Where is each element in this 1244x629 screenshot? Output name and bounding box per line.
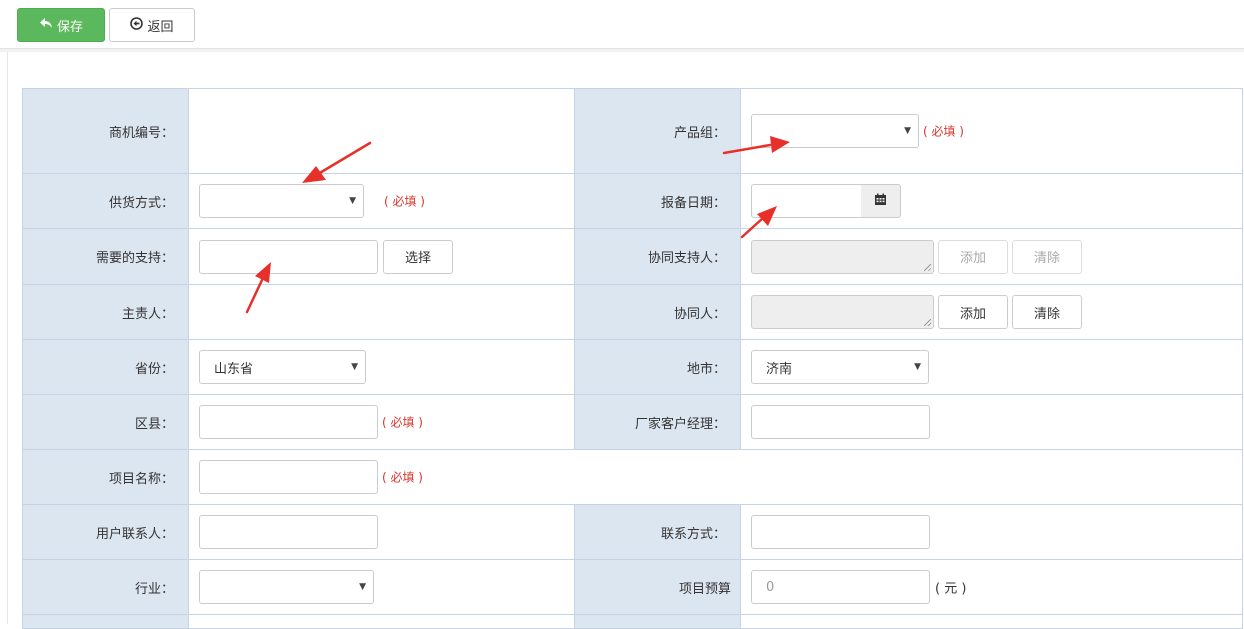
province-label: 省份： <box>22 339 189 395</box>
caret-down-icon: ▼ <box>349 196 356 206</box>
circle-arrow-left-icon <box>130 16 144 34</box>
collaborator-add-button[interactable]: 添加 <box>938 295 1008 329</box>
caret-down-icon: ▼ <box>359 582 366 592</box>
cut-off-label-cell <box>574 614 741 629</box>
city-value: 济南 <box>766 361 793 377</box>
vendor-manager-input[interactable] <box>751 405 930 439</box>
co-supporter-add-button: 添加 <box>938 239 1008 274</box>
caret-down-icon: ▼ <box>351 362 358 372</box>
city-label: 地市： <box>574 339 741 395</box>
toolbar-divider <box>0 49 1244 52</box>
district-label: 区县： <box>22 394 189 450</box>
form-row: 供货方式： ▼ ( 必填 ) 报备日期： <box>22 173 1243 229</box>
budget-label: 项目预算 <box>574 559 741 615</box>
form-row: 商机编号： 产品组： ▼ ( 必填 ) <box>22 88 1243 174</box>
calendar-button[interactable] <box>861 184 901 218</box>
province-value: 山东省 <box>214 361 254 377</box>
district-input[interactable] <box>199 405 378 439</box>
calendar-icon <box>874 193 887 210</box>
form-row: 需要的支持： 选择 协同支持人： 添加 清除 <box>22 228 1243 285</box>
city-select[interactable]: 济南 ▼ <box>751 350 929 384</box>
co-supporter-textarea <box>751 239 934 274</box>
product-group-label: 产品组： <box>574 88 741 174</box>
form-row: 行业： ▼ 项目预算 0 ( 元 ) <box>22 559 1243 615</box>
back-label: 返回 <box>147 19 174 35</box>
report-date-input[interactable] <box>751 184 862 218</box>
collaborator-textarea <box>751 295 934 329</box>
collaborator-label: 协同人： <box>574 284 741 340</box>
support-needed-label: 需要的支持： <box>22 228 189 285</box>
owner-label: 主责人： <box>22 284 189 340</box>
toolbar: 保存 返回 <box>0 0 1244 49</box>
contact-info-label: 联系方式： <box>574 504 741 560</box>
supply-mode-select[interactable]: ▼ <box>199 184 364 218</box>
cut-off-label-cell <box>22 614 189 629</box>
project-name-input[interactable] <box>199 460 378 494</box>
resize-grip <box>924 319 931 326</box>
select-support-button[interactable]: 选择 <box>383 239 453 274</box>
form-row: 区县： ( 必填 ) 厂家客户经理： <box>22 394 1243 450</box>
form-row: 省份： 山东省 ▼ 地市： 济南 ▼ <box>22 339 1243 395</box>
supply-mode-required: ( 必填 ) <box>384 194 425 209</box>
opportunity-form: 商机编号： 产品组： ▼ ( 必填 ) 供货方式： ▼ ( 必填 ) 报备日期： <box>22 88 1243 629</box>
co-supporter-label: 协同支持人： <box>574 228 741 285</box>
form-row: 项目名称： ( 必填 ) <box>22 449 1243 505</box>
province-select[interactable]: 山东省 ▼ <box>199 350 366 384</box>
form-row: 主责人： 协同人： 添加 清除 <box>22 284 1243 340</box>
opportunity-no-value <box>188 88 575 174</box>
co-supporter-clear-button: 清除 <box>1012 239 1082 274</box>
opportunity-no-label: 商机编号： <box>22 88 189 174</box>
industry-select[interactable]: ▼ <box>199 570 374 604</box>
contact-info-input[interactable] <box>751 515 930 549</box>
cut-off-value-cell <box>188 614 575 629</box>
budget-input[interactable]: 0 <box>751 570 930 604</box>
vendor-manager-label: 厂家客户经理： <box>574 394 741 450</box>
project-name-label: 项目名称： <box>22 449 189 505</box>
caret-down-icon: ▼ <box>914 362 921 372</box>
save-button[interactable]: 保存 <box>17 8 105 42</box>
caret-down-icon: ▼ <box>904 126 911 136</box>
resize-grip <box>924 263 931 271</box>
save-label: 保存 <box>56 19 83 35</box>
cut-off-value-cell <box>740 614 1243 629</box>
project-name-required: ( 必填 ) <box>382 470 423 485</box>
owner-value <box>188 284 575 340</box>
budget-unit: ( 元 ) <box>935 581 967 597</box>
form-row <box>22 614 1243 629</box>
collaborator-clear-button[interactable]: 清除 <box>1012 295 1082 329</box>
product-group-select[interactable]: ▼ <box>751 114 919 148</box>
budget-placeholder: 0 <box>766 579 775 595</box>
supply-mode-label: 供货方式： <box>22 173 189 229</box>
back-button[interactable]: 返回 <box>109 8 195 42</box>
report-date-label: 报备日期： <box>574 173 741 229</box>
left-rail-divider <box>7 52 8 624</box>
reply-arrow-icon <box>39 17 53 33</box>
industry-label: 行业： <box>22 559 189 615</box>
district-required: ( 必填 ) <box>382 415 423 430</box>
user-contact-label: 用户联系人： <box>22 504 189 560</box>
user-contact-input[interactable] <box>199 515 378 549</box>
support-needed-input[interactable] <box>199 239 378 274</box>
form-row: 用户联系人： 联系方式： <box>22 504 1243 560</box>
product-group-required: ( 必填 ) <box>923 124 964 139</box>
